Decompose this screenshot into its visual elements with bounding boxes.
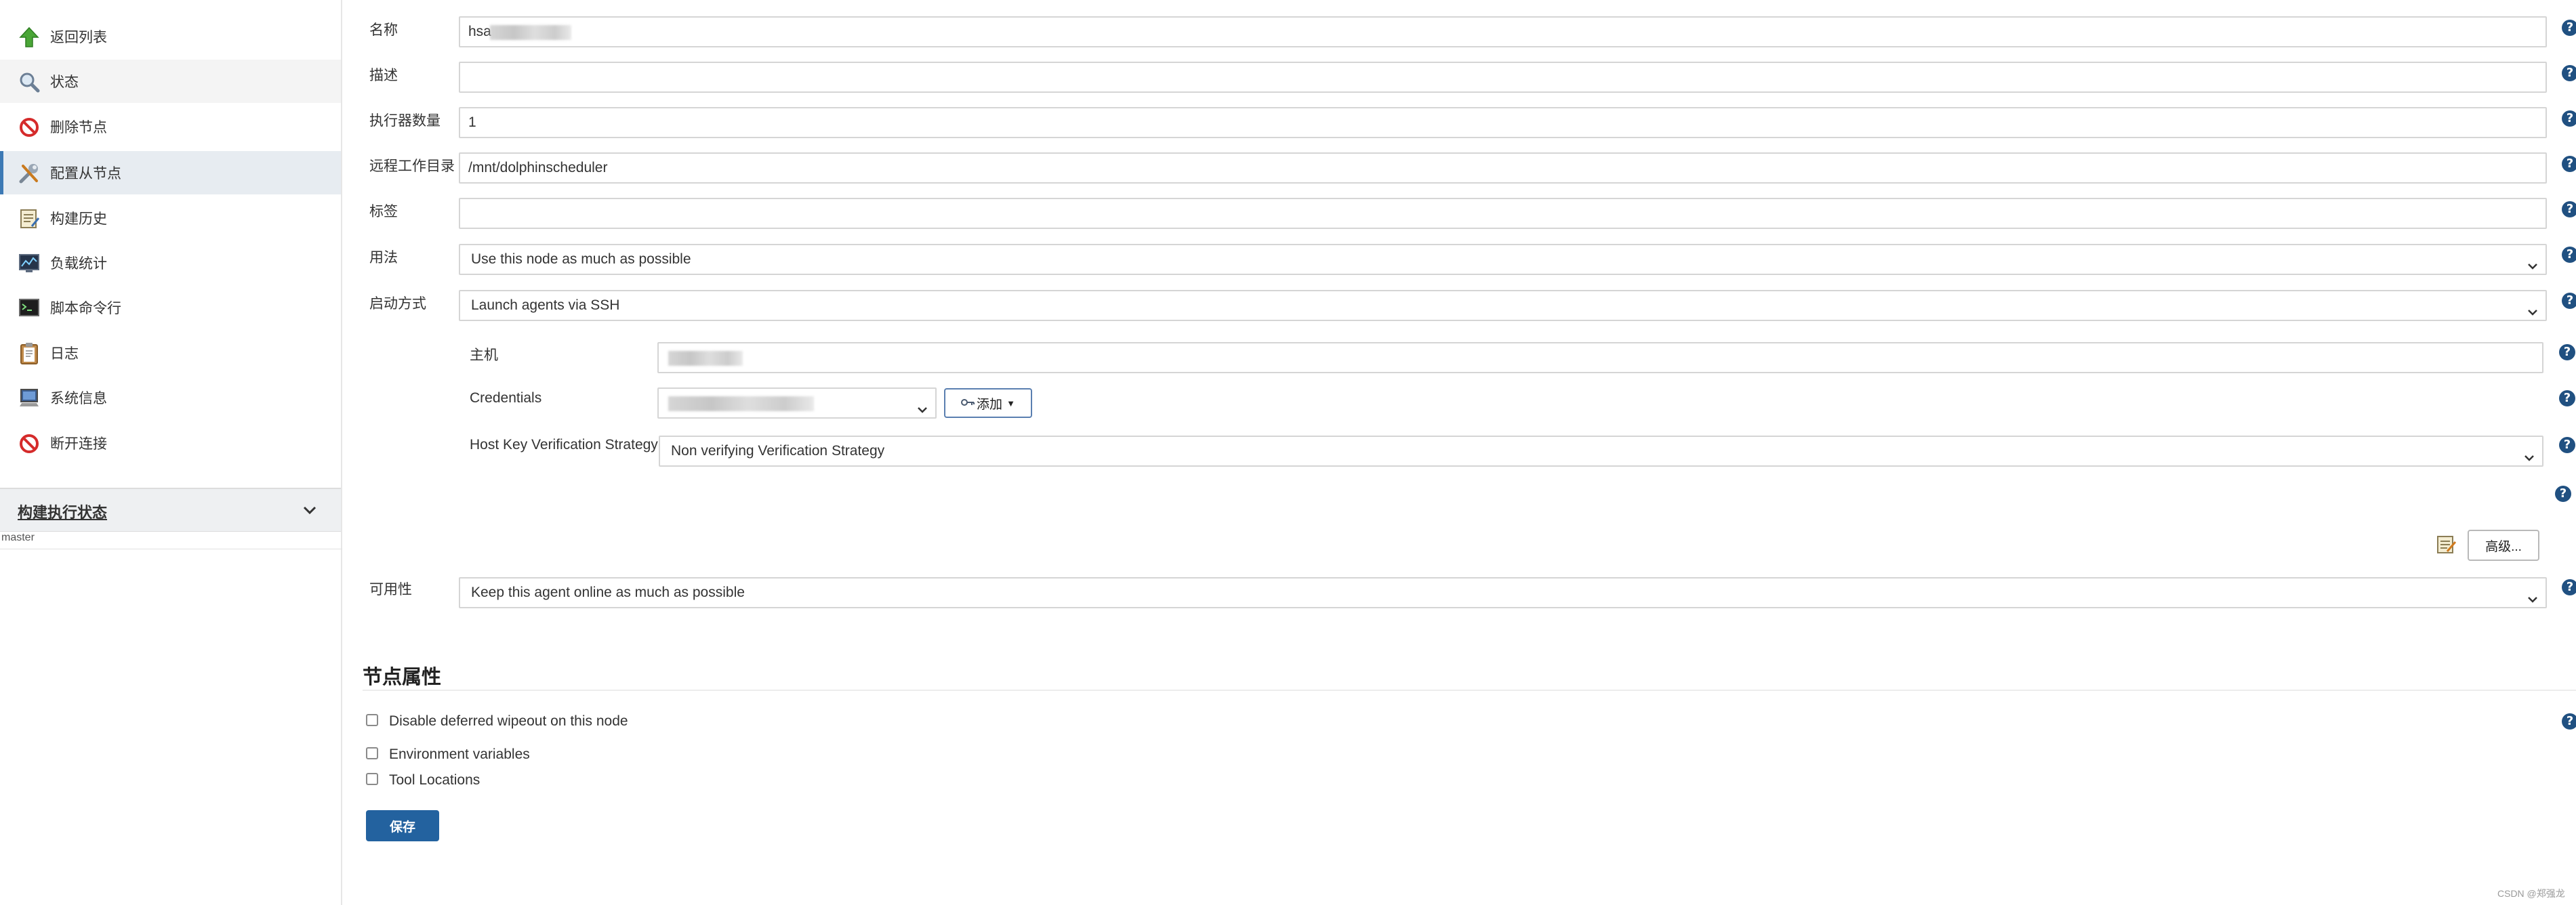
watermark: CSDN @郑强龙 — [2497, 888, 2565, 899]
sidebar-item-label: 日志 — [50, 346, 79, 362]
launch-method-label: 启动方式 — [369, 296, 426, 312]
sidebar-item-log[interactable]: 日志 — [0, 331, 341, 375]
help-icon[interactable]: ? — [2555, 486, 2571, 502]
terminal-icon — [18, 297, 41, 320]
executor-status-header[interactable]: 构建执行状态 — [0, 488, 341, 532]
computer-icon — [18, 387, 41, 410]
chevron-down-icon[interactable] — [301, 503, 319, 522]
monitor-chart-icon — [18, 252, 41, 275]
help-icon[interactable]: ? — [2562, 293, 2576, 309]
save-button[interactable]: 保存 — [366, 810, 439, 841]
sidebar: 返回列表 状态 删除节点 配置从节点 构建历史 负载统计 脚本命令行 日志 系统… — [0, 0, 342, 905]
name-input[interactable]: hsa — [459, 16, 2547, 47]
tool-locations-checkbox[interactable] — [366, 773, 378, 785]
help-icon[interactable]: ? — [2559, 390, 2575, 406]
sidebar-item-configure-node[interactable]: 配置从节点 — [0, 151, 341, 194]
redacted-text — [490, 25, 571, 40]
no-entry-icon — [18, 432, 41, 455]
chevron-down-icon — [2527, 300, 2539, 320]
executor-status-title[interactable]: 构建执行状态 — [18, 501, 107, 522]
executor-node-master[interactable]: master — [0, 530, 342, 549]
chevron-down-icon — [916, 398, 928, 417]
disable-wipeout-checkbox[interactable] — [366, 714, 378, 726]
sidebar-item-label: 负载统计 — [50, 256, 107, 272]
remote-dir-input[interactable]: /mnt/dolphinscheduler — [459, 152, 2547, 184]
labels-label: 标签 — [369, 204, 398, 219]
host-key-label: Host Key Verification Strategy — [470, 437, 658, 452]
sidebar-item-label: 状态 — [50, 75, 79, 90]
env-variables-checkbox[interactable] — [366, 747, 378, 759]
name-value: hsa — [468, 24, 491, 39]
host-key-select[interactable]: Non verifying Verification Strategy — [659, 436, 2543, 467]
section-divider — [363, 690, 2576, 691]
disable-wipeout-label[interactable]: Disable deferred wipeout on this node — [389, 713, 628, 730]
help-icon[interactable]: ? — [2562, 579, 2576, 595]
chevron-down-icon — [2523, 446, 2535, 465]
help-icon[interactable]: ? — [2562, 110, 2576, 127]
notepad-icon — [2435, 534, 2457, 560]
availability-label: 可用性 — [369, 582, 412, 597]
tools-icon — [18, 162, 41, 185]
host-label: 主机 — [470, 348, 498, 363]
credentials-label: Credentials — [470, 390, 542, 406]
sidebar-item-back-to-list[interactable]: 返回列表 — [0, 15, 341, 58]
sidebar-item-label: 配置从节点 — [50, 166, 121, 182]
clipboard-icon — [18, 342, 41, 365]
sidebar-item-script-console[interactable]: 脚本命令行 — [0, 286, 341, 329]
availability-select[interactable]: Keep this agent online as much as possib… — [459, 577, 2547, 608]
sidebar-item-disconnect[interactable]: 断开连接 — [0, 421, 341, 465]
no-entry-icon — [18, 116, 41, 139]
help-icon[interactable]: ? — [2559, 344, 2575, 360]
help-icon[interactable]: ? — [2559, 437, 2575, 453]
chevron-down-icon — [2527, 254, 2539, 274]
sidebar-item-status[interactable]: 状态 — [0, 60, 341, 103]
tool-locations-label[interactable]: Tool Locations — [389, 772, 480, 788]
description-label: 描述 — [369, 68, 398, 83]
magnifier-icon — [18, 70, 41, 93]
sidebar-item-load-stats[interactable]: 负载统计 — [0, 241, 341, 285]
launch-method-select[interactable]: Launch agents via SSH — [459, 290, 2547, 321]
executors-label: 执行器数量 — [369, 113, 441, 129]
help-icon[interactable]: ? — [2562, 201, 2576, 217]
name-label: 名称 — [369, 22, 398, 38]
sidebar-item-build-history[interactable]: 构建历史 — [0, 196, 341, 240]
credentials-select[interactable] — [657, 387, 937, 419]
redacted-text — [668, 396, 814, 411]
usage-label: 用法 — [369, 250, 398, 266]
caret-down-icon: ▼ — [1006, 398, 1015, 408]
advanced-button[interactable]: 高级... — [2468, 530, 2539, 561]
help-icon[interactable]: ? — [2562, 713, 2576, 730]
help-icon[interactable]: ? — [2562, 247, 2576, 263]
chevron-down-icon — [2527, 587, 2539, 607]
executors-input[interactable]: 1 — [459, 107, 2547, 138]
sidebar-item-label: 脚本命令行 — [50, 301, 121, 316]
sidebar-item-delete-node[interactable]: 删除节点 — [0, 105, 341, 148]
sidebar-item-label: 删除节点 — [50, 120, 107, 135]
sidebar-item-system-info[interactable]: 系统信息 — [0, 376, 341, 419]
node-properties-title: 节点属性 — [363, 667, 442, 688]
labels-input[interactable] — [459, 198, 2547, 229]
description-input[interactable] — [459, 62, 2547, 93]
key-icon — [961, 396, 975, 411]
sidebar-item-label: 返回列表 — [50, 30, 107, 45]
sidebar-item-label: 系统信息 — [50, 391, 107, 406]
add-credentials-button[interactable]: 添加 ▼ — [944, 388, 1032, 418]
host-input[interactable] — [657, 342, 2543, 373]
help-icon[interactable]: ? — [2562, 156, 2576, 172]
remote-dir-label: 远程工作目录 — [369, 159, 455, 174]
help-icon[interactable]: ? — [2562, 65, 2576, 81]
env-variables-label[interactable]: Environment variables — [389, 746, 530, 763]
usage-select[interactable]: Use this node as much as possible — [459, 244, 2547, 275]
redacted-text — [668, 351, 743, 366]
add-button-label: 添加 — [977, 397, 1003, 412]
up-arrow-icon — [18, 26, 41, 49]
help-icon[interactable]: ? — [2562, 20, 2576, 36]
notepad-icon — [18, 207, 41, 230]
sidebar-item-label: 断开连接 — [50, 436, 107, 452]
sidebar-item-label: 构建历史 — [50, 211, 107, 227]
